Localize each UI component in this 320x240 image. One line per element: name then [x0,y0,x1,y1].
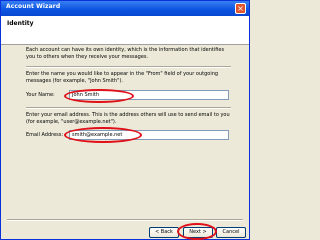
bottom-divider [7,219,243,221]
account-wizard-window: Account Wizard × Identity Each account c… [0,0,250,240]
wizard-header: Identity [1,16,249,45]
divider [26,107,231,109]
close-icon[interactable]: × [235,3,246,14]
window-title: Account Wizard [6,3,61,10]
name-label: Your Name: [26,92,55,98]
divider [26,66,231,68]
page-title: Identity [7,20,34,27]
email-instructions: Enter your email address. This is the ad… [26,112,230,125]
cancel-button[interactable]: Cancel [216,227,246,238]
back-button[interactable]: < Back [149,227,179,238]
name-instructions: Enter the name you would like to appear … [26,71,219,84]
email-label: Email Address: [26,132,64,138]
annotation-circle-name [64,89,134,103]
annotation-circle-email [64,127,142,143]
annotation-circle-next [177,223,217,240]
intro-text: Each account can have its own identity, … [26,47,225,60]
title-bar[interactable]: Account Wizard × [1,1,249,16]
